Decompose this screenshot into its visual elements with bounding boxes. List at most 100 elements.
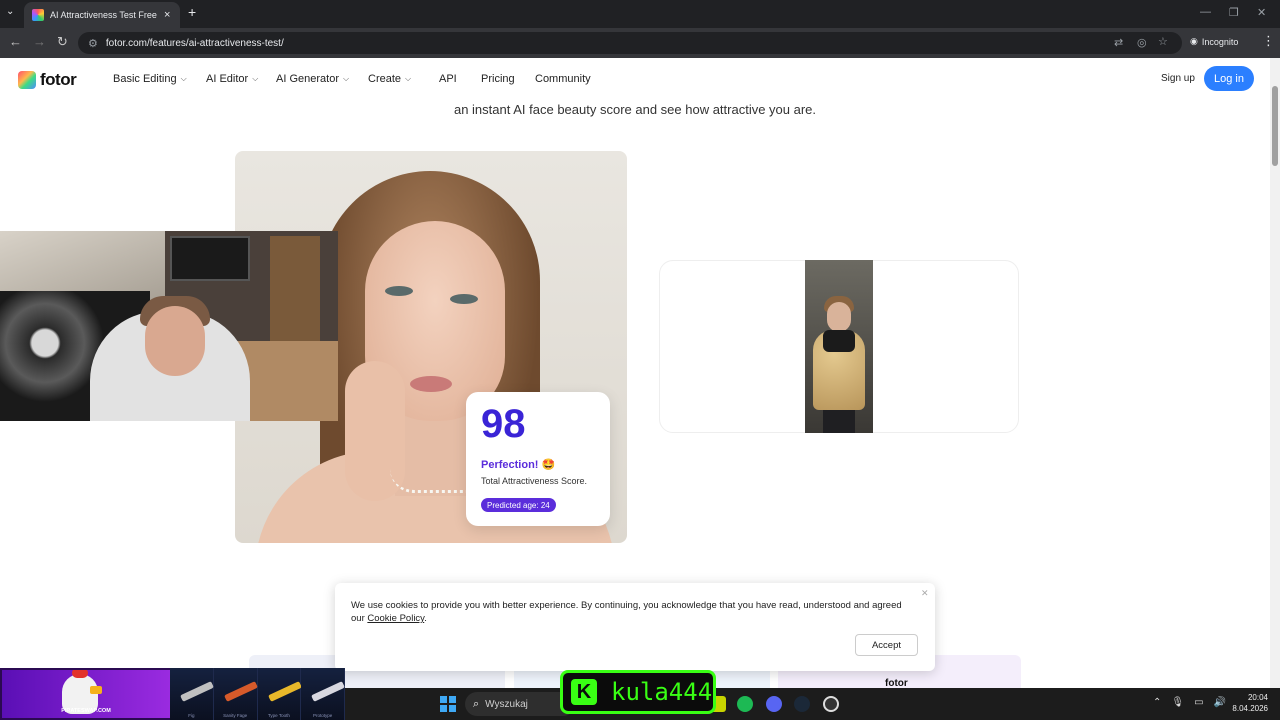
volume-icon[interactable]: 🔊 [1214,697,1226,708]
windows-start-icon[interactable] [440,696,456,712]
mascot-comb [72,670,88,678]
nav-ai-generator[interactable]: AI Generator ⌵ [276,73,349,85]
incognito-label: Incognito [1201,36,1239,47]
site-info-icon[interactable]: ⚙ [88,37,98,50]
fotor-logo-icon [18,71,36,89]
skin-label: Sanity Fage [223,713,248,718]
maximize-icon[interactable]: ❐ [1229,6,1239,19]
nav-label: Create [368,73,402,85]
skin-label: Type Tooth [267,713,290,718]
nav-label: AI Editor [206,73,249,85]
nav-pricing[interactable]: Pricing [481,73,515,85]
skin-item: Prototype [301,668,346,720]
skin-item: Sanity Fage [213,668,258,720]
tab-search-icon[interactable]: ⌄ [6,6,14,17]
search-icon: ⌕ [473,697,480,710]
taskbar-search[interactable]: ⌕ Wyszukaj [465,692,575,716]
microphone-icon[interactable]: 🎙 [1171,697,1184,708]
chevron-down-icon: ⌵ [405,74,412,83]
incognito-icon: ◉ [1190,36,1198,46]
accept-cookies-button[interactable]: Accept [855,634,918,656]
system-tray: ⌃ 🎙 ▭ 🔊 [1153,697,1226,708]
minimize-icon[interactable]: — [1200,6,1211,18]
app-icon[interactable] [823,696,839,712]
kick-logo-icon: K [571,679,597,705]
photo-collar [823,330,855,352]
rifle-icon [223,681,258,702]
monitor-icon[interactable]: ▭ [1194,697,1203,708]
mascot-beak [90,686,102,694]
cookie-policy-link[interactable]: Cookie Policy [367,613,424,624]
cam-head [145,306,205,376]
clock-time: 20:04 [1247,693,1268,702]
omnibox[interactable]: ⚙ fotor.com/features/ai-attractiveness-t… [78,32,1182,54]
logo-text: fotor [40,70,77,89]
nav-label: Basic Editing [113,73,177,85]
skins-overlay: Fig Sanity Fage Type Tooth Prototype [170,668,346,720]
tracking-blocked-icon[interactable]: ◎ [1137,36,1147,49]
chevron-down-icon: ⌵ [180,74,187,83]
back-icon[interactable]: ← [9,34,22,49]
score-verdict: Perfection! 🤩 [481,459,556,471]
bookmark-star-icon[interactable]: ☆ [1158,35,1168,48]
log-in-button[interactable]: Log in [1204,66,1254,91]
site-header: fotor Basic Editing ⌵ AI Editor ⌵ AI Gener… [0,58,1270,100]
predicted-age-badge: Predicted age: 24 [481,498,556,512]
cookie-period: . [424,613,427,624]
close-icon[interactable]: ✕ [921,588,929,599]
skin-item: Type Tooth [257,668,302,720]
nav-label: AI Generator [276,73,339,85]
nav-ai-editor[interactable]: AI Editor ⌵ [206,73,258,85]
cam-door [270,236,320,346]
skin-item: Fig [170,668,214,720]
fotor-logo[interactable]: fotor [18,70,77,90]
photo-head [827,302,851,332]
new-tab-icon[interactable]: + [188,4,196,20]
photo-legs [823,410,855,433]
chevron-down-icon: ⌵ [252,74,259,83]
search-placeholder: Wyszukaj [485,698,528,710]
browser-tab[interactable]: AI Attractiveness Test Free - An × [24,2,180,28]
nav-label: API [439,73,457,85]
reload-icon[interactable]: ↻ [57,34,68,50]
translate-icon[interactable]: ⇄ [1114,36,1123,49]
chevron-up-icon[interactable]: ⌃ [1153,697,1161,708]
cookie-message: We use cookies to provide you with bette… [351,599,911,625]
tab-title: AI Attractiveness Test Free - An [50,10,158,20]
chevron-down-icon: ⌵ [342,74,350,83]
steam-icon[interactable] [794,696,810,712]
discord-icon[interactable] [766,696,782,712]
nav-api[interactable]: API [439,73,457,85]
nav-create[interactable]: Create ⌵ [368,73,411,85]
sponsor-overlay: PIRATESWAP.COM [0,668,172,720]
cookie-text: We use cookies to provide you with bette… [351,600,902,624]
nav-community[interactable]: Community [535,73,591,85]
cookie-banner: We use cookies to provide you with bette… [335,583,935,671]
cam-monitor [170,236,250,281]
nav-label: Pricing [481,73,515,85]
nav-basic-editing[interactable]: Basic Editing ⌵ [113,73,187,85]
scrollbar-thumb[interactable] [1272,86,1278,166]
spotify-icon[interactable] [737,696,753,712]
clock-date: 8.04.2026 [1232,704,1268,713]
sponsor-brand: PIRATESWAP.COM [61,708,111,714]
rifle-icon [180,681,214,702]
skin-label: Fig [188,713,195,718]
hero-subtitle: an instant AI face beauty score and see … [453,102,817,117]
taskbar-clock[interactable]: 20:04 8.04.2026 [1232,692,1268,714]
close-tab-icon[interactable]: × [164,9,170,21]
close-window-icon[interactable]: ✕ [1257,6,1266,19]
score-caption: Total Attractiveness Score. [481,476,588,486]
uploaded-photo [805,260,873,433]
streamer-name: kula444 [611,678,713,706]
forward-icon[interactable]: → [33,34,46,49]
knife-icon [267,681,302,702]
streamer-name-overlay: K kula444 [560,670,716,714]
webcam-overlay [0,231,338,421]
sign-up-link[interactable]: Sign up [1161,73,1195,84]
nav-label: Community [535,73,591,85]
skin-label: Prototype [312,713,333,718]
browser-menu-icon[interactable]: ⋮ [1262,33,1275,49]
portrait-eye [450,294,478,304]
incognito-indicator[interactable]: ◉ Incognito [1190,36,1238,47]
